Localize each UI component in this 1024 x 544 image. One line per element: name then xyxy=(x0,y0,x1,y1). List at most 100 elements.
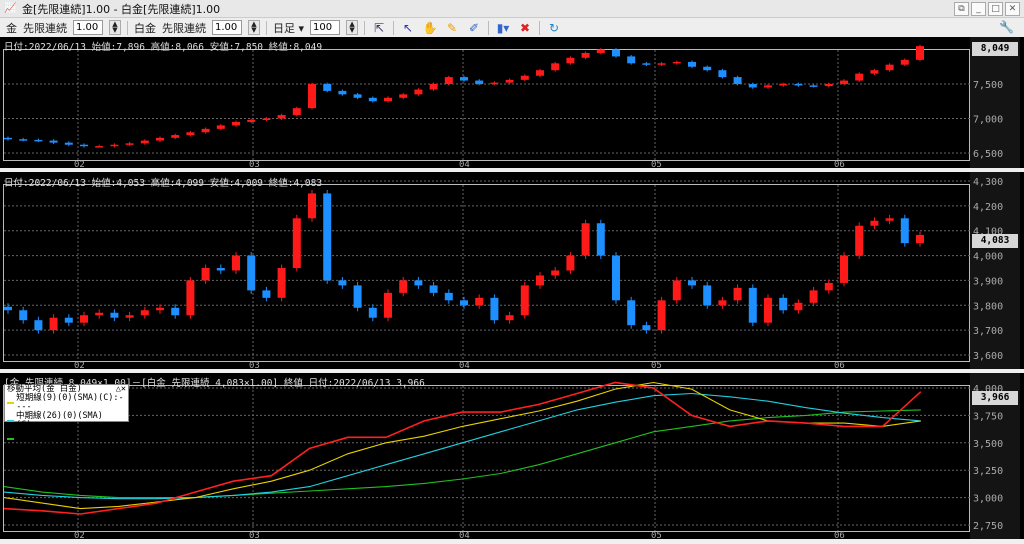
candle-body xyxy=(277,268,286,298)
candle-body xyxy=(885,218,894,221)
month-label: 04 xyxy=(459,361,470,371)
candle-body xyxy=(49,317,58,331)
legend-swatch xyxy=(7,438,14,440)
candle-body xyxy=(870,220,879,226)
legend-label: 短期線(9)(0)(SMA)(C):---- xyxy=(16,393,124,412)
spread-current-value: 3,966 xyxy=(972,391,1018,405)
candle-body xyxy=(292,108,301,116)
candle-body xyxy=(414,89,423,95)
candle-body xyxy=(353,94,362,98)
legend-collapse-close-icon[interactable]: △✕ xyxy=(116,385,126,394)
platinum-current-price: 4,083 xyxy=(972,234,1018,248)
candle-body xyxy=(688,61,696,67)
candle-body xyxy=(475,297,484,306)
candle-body xyxy=(399,280,408,293)
month-label: 05 xyxy=(651,160,662,170)
candle-body xyxy=(779,84,788,86)
candle-body xyxy=(323,193,332,281)
axis-tick-label: 3,250 xyxy=(973,466,1003,477)
candle-body xyxy=(490,82,499,85)
candle-body xyxy=(353,285,362,308)
candle-body xyxy=(429,285,438,293)
axis-tick-label: 4,200 xyxy=(973,202,1003,213)
axis-tick-label: 6,500 xyxy=(973,149,1003,160)
candle-body xyxy=(308,84,316,109)
candle-body xyxy=(34,320,43,331)
candle-body xyxy=(916,234,924,244)
candle-body xyxy=(809,290,818,303)
candle-body xyxy=(64,317,73,323)
month-label: 05 xyxy=(651,361,662,371)
candle-body xyxy=(672,61,681,64)
candle-body xyxy=(232,255,240,271)
candle-body xyxy=(277,115,286,119)
month-label: 06 xyxy=(834,160,845,170)
legend-swatch xyxy=(7,420,14,422)
candle-body xyxy=(642,63,651,65)
candle-body xyxy=(475,80,484,84)
candle-body xyxy=(4,137,12,140)
candle-body xyxy=(779,297,788,311)
candle-body xyxy=(824,84,833,87)
candle-body xyxy=(855,73,864,81)
candle-body xyxy=(536,275,544,286)
candle-body xyxy=(688,280,696,286)
candle-body xyxy=(900,218,909,244)
candle-body xyxy=(308,193,316,219)
candle-body xyxy=(733,77,742,84)
candle-body xyxy=(885,64,894,71)
candle-body xyxy=(4,306,12,311)
candle-body xyxy=(140,140,149,144)
candle-body xyxy=(368,97,377,102)
candle-body xyxy=(399,94,408,98)
axis-tick-label: 4,000 xyxy=(973,252,1003,263)
candle-body xyxy=(703,66,712,71)
axis-tick-label: 3,900 xyxy=(973,276,1003,287)
axis-tick-label: 7,000 xyxy=(973,115,1003,126)
candle-body xyxy=(368,307,377,318)
month-label: 03 xyxy=(249,531,260,541)
candle-body xyxy=(156,307,164,311)
candle-body xyxy=(764,297,772,323)
month-label: 06 xyxy=(834,361,845,371)
candle-body xyxy=(323,84,332,91)
candle-body xyxy=(748,287,757,323)
candle-body xyxy=(627,300,636,326)
candle-body xyxy=(444,292,453,301)
candle-body xyxy=(262,118,271,120)
candle-body xyxy=(642,325,651,331)
axis-tick-label: 3,500 xyxy=(973,439,1003,450)
candle-body xyxy=(232,121,240,126)
candle-body xyxy=(672,280,681,301)
candle-body xyxy=(171,307,180,316)
candle-body xyxy=(824,282,833,291)
month-label: 06 xyxy=(834,531,845,541)
candle-body xyxy=(581,52,590,58)
candle-body xyxy=(186,132,195,136)
candle-body xyxy=(247,119,256,122)
candle-body xyxy=(384,97,392,102)
axis-tick-label: 4,300 xyxy=(973,177,1003,188)
chart-area[interactable]: 7,5007,0006,50002 03 04 05 064,3004,2004,100… xyxy=(0,0,1024,544)
candle-body xyxy=(520,75,529,80)
axis-tick-label: 3,800 xyxy=(973,301,1003,312)
candle-body xyxy=(80,144,88,147)
candle-body xyxy=(19,139,28,141)
month-label: 04 xyxy=(459,160,470,170)
platinum-ohlc-header: 日付:2022/06/13 始値:4,053 高値:4,099 安値:4,009… xyxy=(4,178,323,189)
candle-body xyxy=(840,255,848,283)
candle-body xyxy=(566,255,575,271)
candle-body xyxy=(414,280,423,286)
candle-body xyxy=(748,84,757,88)
candle-body xyxy=(490,297,499,321)
ma-legend[interactable]: 移動平均(金 白金) △✕ 短期線(9)(0)(SMA)(C):---- 中期線… xyxy=(4,384,129,448)
candle-body xyxy=(19,310,28,321)
month-label: 02 xyxy=(74,531,85,541)
month-label: 03 xyxy=(249,361,260,371)
gold-current-price: 8,049 xyxy=(972,42,1018,56)
legend-label: 中期線(26)(0)(SMA)(C):---- xyxy=(16,411,103,430)
candle-body xyxy=(612,255,620,301)
candle-body xyxy=(216,125,225,129)
legend-item-long: 長期線(52)(0)(SMA)(C):---- xyxy=(7,430,128,448)
candle-body xyxy=(855,225,864,256)
